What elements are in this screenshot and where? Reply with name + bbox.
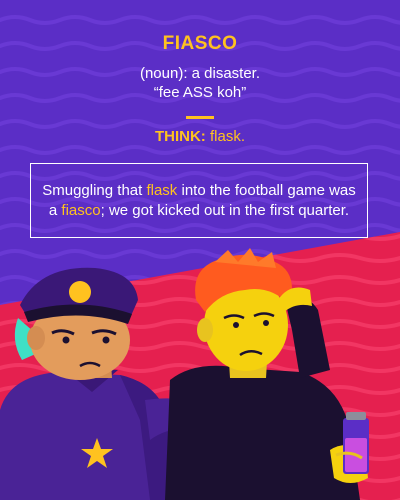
flask: [343, 412, 369, 474]
illustration: [0, 248, 369, 500]
red-haired-man: [165, 248, 369, 500]
